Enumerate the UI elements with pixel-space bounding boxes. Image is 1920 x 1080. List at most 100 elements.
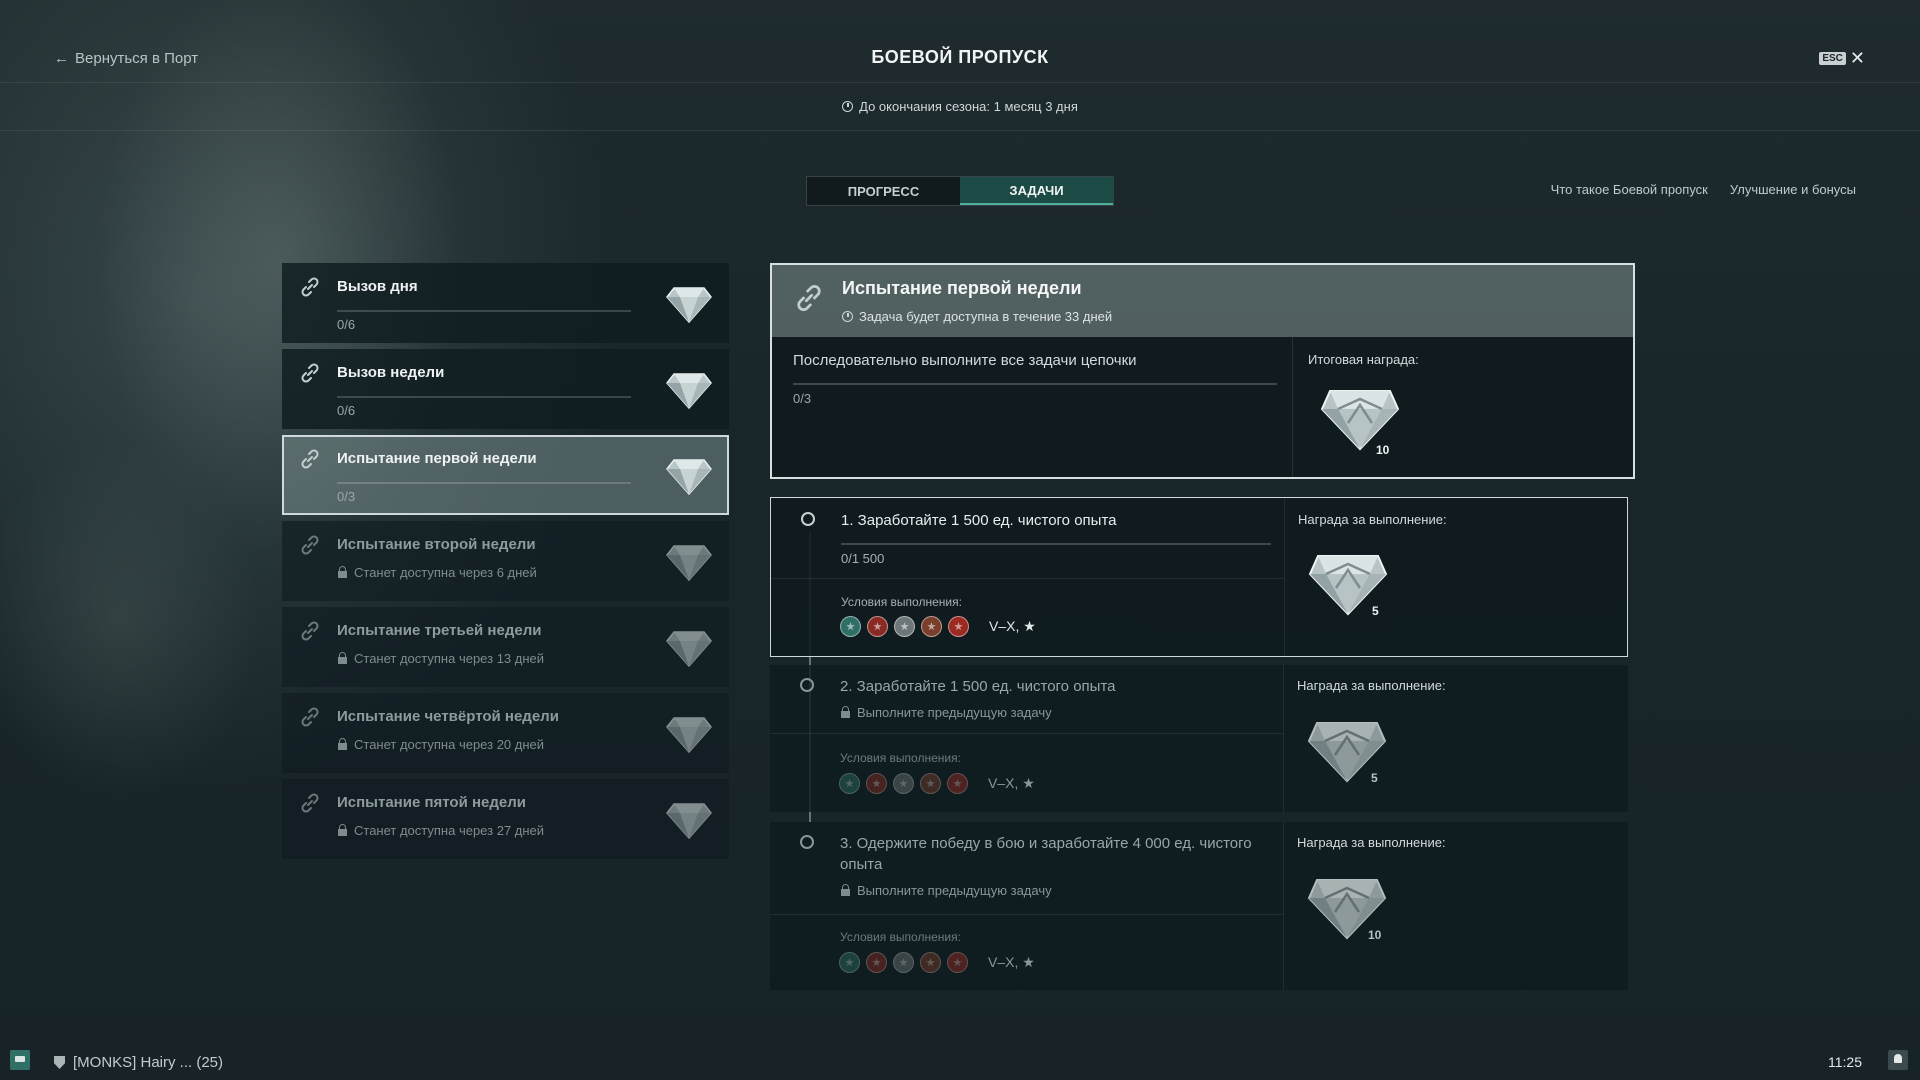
- chain-card-week-2[interactable]: Испытание второй недели Станет доступна …: [282, 521, 729, 601]
- chain-title: Испытание первой недели: [337, 450, 537, 467]
- link-icon: [299, 620, 321, 642]
- tier-range: V–X, ★: [989, 618, 1036, 634]
- tab-tasks[interactable]: ЗАДАЧИ: [960, 177, 1113, 205]
- clan-shield-icon: [54, 1056, 65, 1069]
- final-reward-amount: 10: [1376, 443, 1390, 457]
- chain-title: Вызов недели: [337, 364, 445, 381]
- task-reward-amount: 5: [1372, 604, 1379, 618]
- task-reward-label: Награда за выполнение:: [1297, 678, 1446, 693]
- upgrade-and-bonuses-link[interactable]: Улучшение и бонусы: [1730, 182, 1856, 197]
- clock-time: 11:25: [1828, 1054, 1862, 1070]
- lock-text: Станет доступна через 6 дней: [354, 565, 537, 580]
- player-profile[interactable]: [MONKS] Hairy ... (25): [54, 1054, 223, 1071]
- chain-title: Испытание третьей недели: [337, 622, 542, 639]
- task-3[interactable]: 3. Одержите победу в бою и заработайте 4…: [770, 822, 1628, 990]
- nation-flag-icon: [947, 773, 968, 794]
- tab-progress[interactable]: ПРОГРЕСС: [807, 177, 960, 205]
- chain-card-daily[interactable]: Вызов дня 0/6: [282, 263, 729, 343]
- task-radio[interactable]: [800, 678, 814, 692]
- tier-range: V–X, ★: [988, 775, 1035, 791]
- lock-icon: [338, 652, 347, 664]
- chat-icon[interactable]: [10, 1050, 30, 1070]
- nation-flag-icon: [894, 616, 915, 637]
- task-reward-label: Награда за выполнение:: [1297, 835, 1446, 850]
- link-icon: [299, 792, 321, 814]
- chain-lock-status: Станет доступна через 20 дней: [338, 737, 544, 752]
- lock-icon: [338, 738, 347, 750]
- nation-flag-icon: [866, 952, 887, 973]
- chain-availability: Задача будет доступна в течение 33 дней: [842, 309, 1112, 324]
- task-text: 1. Заработайте 1 500 ед. чистого опыта: [841, 512, 1117, 529]
- conditions-label: Условия выполнения:: [840, 751, 961, 765]
- conditions-label: Условия выполнения:: [840, 930, 961, 944]
- chain-card-week-1[interactable]: Испытание первой недели 0/3: [282, 435, 729, 515]
- notifications-icon[interactable]: [1888, 1050, 1908, 1070]
- help-links: Что такое Боевой пропуск Улучшение и бон…: [1551, 182, 1856, 197]
- diamond-icon: [666, 712, 712, 754]
- diamond-icon: [666, 368, 712, 410]
- chain-progress: 0/3: [793, 391, 812, 406]
- nation-flags: V–X, ★: [839, 952, 1035, 973]
- task-info: 3. Одержите победу в бою и заработайте 4…: [770, 822, 1284, 990]
- nation-flags: V–X, ★: [839, 773, 1035, 794]
- task-2[interactable]: 2. Заработайте 1 500 ед. чистого опыта В…: [770, 665, 1628, 812]
- chain-lock-status: Станет доступна через 13 дней: [338, 651, 544, 666]
- chain-card-week-5[interactable]: Испытание пятой недели Станет доступна ч…: [282, 779, 729, 859]
- task-text: 3. Одержите победу в бою и заработайте 4…: [840, 835, 1252, 873]
- conditions-label: Условия выполнения:: [841, 595, 962, 609]
- chain-card-weekly[interactable]: Вызов недели 0/6: [282, 349, 729, 429]
- close-icon: ✕: [1849, 48, 1865, 68]
- nation-flag-icon: [893, 773, 914, 794]
- diamond-icon: [666, 282, 712, 324]
- task-text: 2. Заработайте 1 500 ед. чистого опыта: [840, 678, 1116, 695]
- chain-detail-header: Испытание первой недели Задача будет дос…: [772, 265, 1633, 337]
- chain-progress: 0/6: [337, 317, 356, 332]
- chain-detail-body: Последовательно выполните все задачи цеп…: [772, 337, 1633, 477]
- nation-flag-icon: [839, 952, 860, 973]
- chain-description: Последовательно выполните все задачи цеп…: [793, 352, 1137, 369]
- diamond-icon: [666, 626, 712, 668]
- top-bar: ← Вернуться в Порт БОЕВОЙ ПРОПУСК ESC ✕: [0, 0, 1920, 83]
- chain-lock-status: Станет доступна через 27 дней: [338, 823, 544, 838]
- chain-detail-description: Последовательно выполните все задачи цеп…: [772, 337, 1293, 477]
- lock-text: Станет доступна через 27 дней: [354, 823, 545, 838]
- task-lock-status: Выполните предыдущую задачу: [841, 883, 1052, 898]
- task-1[interactable]: 1. Заработайте 1 500 ед. чистого опыта 0…: [770, 497, 1628, 657]
- nation-flag-icon: [921, 616, 942, 637]
- task-reward-label: Награда за выполнение:: [1298, 512, 1447, 527]
- chain-title: Испытание второй недели: [337, 536, 536, 553]
- nation-flag-icon: [840, 616, 861, 637]
- final-reward-label: Итоговая награда:: [1308, 352, 1419, 367]
- task-divider: [771, 578, 1284, 579]
- player-name: [MONKS] Hairy ... (25): [73, 1054, 224, 1071]
- chain-title: Испытание четвёртой недели: [337, 708, 559, 725]
- tier-range: V–X, ★: [988, 954, 1035, 970]
- chain-card-week-4[interactable]: Испытание четвёртой недели Станет доступ…: [282, 693, 729, 773]
- lock-text: Станет доступна через 13 дней: [354, 651, 545, 666]
- chain-list: Вызов дня 0/6 Вызов недели 0/6 Испытание…: [282, 263, 729, 865]
- task-info: 2. Заработайте 1 500 ед. чистого опыта В…: [770, 665, 1284, 812]
- close-button[interactable]: ESC ✕: [1819, 49, 1865, 67]
- task-divider: [770, 733, 1283, 734]
- chain-card-week-3[interactable]: Испытание третьей недели Станет доступна…: [282, 607, 729, 687]
- bottom-bar: [MONKS] Hairy ... (25) 11:25: [0, 1044, 1920, 1080]
- lock-icon: [841, 884, 850, 896]
- task-radio[interactable]: [801, 512, 815, 526]
- link-icon: [794, 283, 824, 313]
- season-text: До окончания сезона: 1 месяц 3 дня: [859, 98, 1078, 114]
- diamond-icon: [666, 540, 712, 582]
- nation-flag-icon: [839, 773, 860, 794]
- task-reward-amount: 5: [1371, 771, 1378, 785]
- link-icon: [299, 706, 321, 728]
- task-divider: [770, 914, 1283, 915]
- chain-progress-bar: [337, 310, 631, 312]
- nation-flag-icon: [947, 952, 968, 973]
- chain-detail-title: Испытание первой недели: [842, 278, 1082, 298]
- nation-flags: V–X, ★: [840, 616, 1036, 637]
- link-icon: [299, 448, 321, 470]
- link-icon: [299, 362, 321, 384]
- tab-bar: ПРОГРЕСС ЗАДАЧИ: [806, 176, 1114, 206]
- what-is-battle-pass-link[interactable]: Что такое Боевой пропуск: [1551, 182, 1708, 197]
- task-radio[interactable]: [800, 835, 814, 849]
- season-timer: До окончания сезона: 1 месяц 3 дня: [0, 82, 1920, 131]
